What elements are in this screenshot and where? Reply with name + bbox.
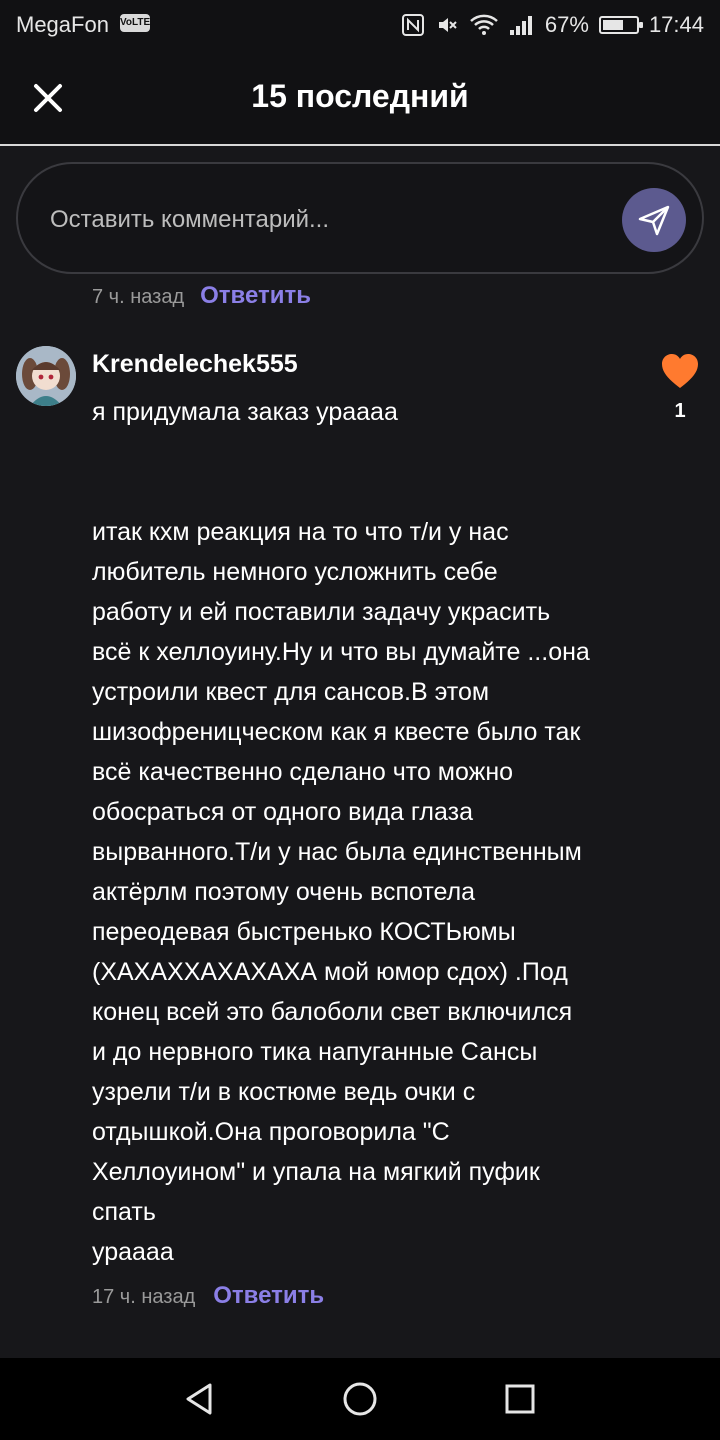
home-button[interactable]: [340, 1379, 380, 1419]
comment-timestamp: 7 ч. назад: [92, 286, 185, 308]
mute-icon: [438, 18, 457, 32]
heart-icon[interactable]: [660, 352, 700, 390]
carrier-name: MegaFon: [16, 12, 109, 37]
reply-button[interactable]: Ответить: [200, 282, 311, 310]
back-icon[interactable]: [180, 1379, 220, 1419]
wifi-icon: [470, 14, 498, 35]
system-navigation-bar: [0, 1358, 720, 1440]
top-app-bar: 15 последний: [0, 52, 720, 146]
home-icon[interactable]: [340, 1379, 380, 1419]
comment-text: я придумала заказ ураааа итак кхм реакци…: [92, 398, 590, 1266]
comment-timestamp: 17 ч. назад: [92, 1286, 196, 1308]
status-bar: MegaFon VoLTE 67% 17:44: [0, 0, 720, 52]
like-button[interactable]: [660, 352, 700, 390]
status-icons: 67% 17:44: [401, 10, 704, 40]
send-button[interactable]: [622, 188, 686, 252]
previous-comment-meta: 7 ч. назад Ответить: [92, 282, 311, 310]
comment-meta: 17 ч. назад Ответить: [92, 1282, 324, 1310]
signal-icon: [509, 16, 532, 35]
recents-icon[interactable]: [500, 1379, 540, 1419]
like-count: 1: [674, 400, 686, 422]
send-icon[interactable]: [636, 202, 672, 238]
volte-badge: VoLTE: [120, 14, 150, 32]
comment-username[interactable]: Krendelechek555: [92, 350, 298, 379]
recents-button[interactable]: [500, 1379, 540, 1419]
battery-icon: [598, 16, 643, 34]
nfc-icon: [401, 14, 424, 36]
comment-composer: [16, 162, 704, 274]
battery-percent: 67%: [544, 12, 589, 37]
back-button[interactable]: [180, 1379, 220, 1419]
page-title: 15 последний: [251, 78, 469, 114]
avatar[interactable]: [16, 346, 76, 406]
clock: 17:44: [648, 12, 704, 37]
comment-input[interactable]: [48, 194, 612, 246]
reply-button[interactable]: Ответить: [213, 1282, 324, 1310]
